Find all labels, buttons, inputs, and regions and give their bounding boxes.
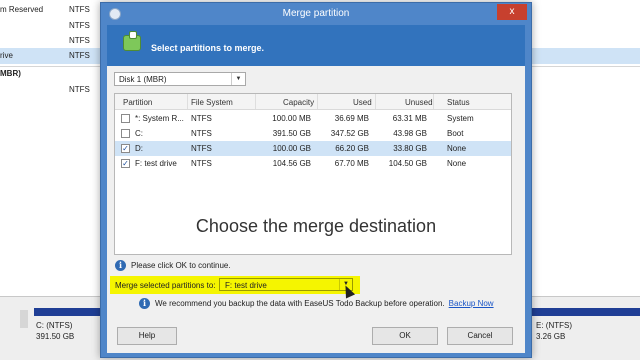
cell-unused: 104.50 GB xyxy=(388,159,427,168)
dialog-titlebar[interactable]: Merge partition x xyxy=(101,3,531,25)
disk-map-partition-c[interactable] xyxy=(34,308,104,316)
background-row-name: m Reserved xyxy=(0,5,44,14)
cell-partition: C: xyxy=(135,129,143,138)
cell-unused: 63.31 MB xyxy=(392,114,427,123)
disk-map-c-size: 391.50 GB xyxy=(36,332,75,341)
column-header-file-system[interactable]: File System xyxy=(191,98,233,107)
info-icon: i xyxy=(139,298,150,309)
cell-status: Boot xyxy=(447,129,464,138)
column-header-capacity[interactable]: Capacity xyxy=(283,98,314,107)
column-header-partition[interactable]: Partition xyxy=(123,98,152,107)
cell-capacity: 391.50 GB xyxy=(272,129,311,138)
cell-status: None xyxy=(447,144,467,153)
disk-map-e-name: E: (NTFS) xyxy=(536,321,572,330)
row-checkbox-checked[interactable]: ✓ xyxy=(121,144,130,153)
merge-target-dropdown[interactable]: F: test drive ▼ xyxy=(219,278,353,291)
background-row-name: rive xyxy=(0,51,13,60)
disk-select-dropdown[interactable]: Disk 1 (MBR) ▼ xyxy=(114,72,246,86)
dialog-body: Select partitions to merge. Disk 1 (MBR)… xyxy=(107,25,525,353)
cell-unused: 33.80 GB xyxy=(393,144,427,153)
backup-now-link[interactable]: Backup Now xyxy=(449,299,494,308)
disk-map-e-size: 3.26 GB xyxy=(536,332,566,341)
row-checkbox[interactable] xyxy=(121,114,130,123)
cell-used: 66.20 GB xyxy=(335,144,369,153)
cell-used: 347.52 GB xyxy=(330,129,369,138)
background-row-fs: NTFS xyxy=(69,36,90,45)
column-header-unused[interactable]: Unused xyxy=(405,98,433,107)
disk-select-value: Disk 1 (MBR) xyxy=(119,75,167,84)
merge-icon xyxy=(123,31,141,51)
column-divider xyxy=(255,94,256,109)
disk-map-stub xyxy=(20,310,28,328)
disk-map-c-name: C: (NTFS) xyxy=(36,321,73,330)
ok-button[interactable]: OK xyxy=(372,327,438,345)
table-row[interactable]: C: NTFS 391.50 GB 347.52 GB 43.98 GB Boo… xyxy=(115,126,511,141)
column-divider xyxy=(187,94,188,109)
cell-file-system: NTFS xyxy=(191,159,212,168)
table-row[interactable]: *: System R... NTFS 100.00 MB 36.69 MB 6… xyxy=(115,111,511,126)
background-row-fs: NTFS xyxy=(69,21,90,30)
info-icon: i xyxy=(115,260,126,271)
table-row-selected[interactable]: ✓ D: NTFS 100.00 GB 66.20 GB 33.80 GB No… xyxy=(115,141,511,156)
cell-capacity: 100.00 MB xyxy=(272,114,311,123)
cell-unused: 43.98 GB xyxy=(393,129,427,138)
dialog-header: Select partitions to merge. xyxy=(107,25,525,66)
help-button[interactable]: Help xyxy=(117,327,177,345)
chevron-down-icon[interactable]: ▼ xyxy=(231,73,245,85)
recommendation-text: We recommend you backup the data with Ea… xyxy=(155,299,445,308)
disk-map-partition-e[interactable] xyxy=(532,308,640,316)
cell-capacity: 104.56 GB xyxy=(272,159,311,168)
merge-partition-dialog: Merge partition x Select partitions to m… xyxy=(100,2,532,358)
background-row-fs: NTFS xyxy=(69,85,90,94)
recommendation-line: We recommend you backup the data with Ea… xyxy=(155,299,494,308)
cell-used: 67.70 MB xyxy=(334,159,369,168)
cell-capacity: 100.00 GB xyxy=(272,144,311,153)
column-divider xyxy=(317,94,318,109)
close-button[interactable]: x xyxy=(497,4,527,20)
table-row[interactable]: ✓ F: test drive NTFS 104.56 GB 67.70 MB … xyxy=(115,156,511,171)
cell-partition: *: System R... xyxy=(135,114,184,123)
cell-partition: F: test drive xyxy=(135,159,177,168)
cell-file-system: NTFS xyxy=(191,129,212,138)
merge-target-label: Merge selected partitions to: xyxy=(115,281,216,290)
cell-used: 36.69 MB xyxy=(334,114,369,123)
header-instruction: Select partitions to merge. xyxy=(151,43,265,53)
cell-file-system: NTFS xyxy=(191,144,212,153)
cell-partition: D: xyxy=(135,144,143,153)
info-text: Please click OK to continue. xyxy=(131,261,231,270)
row-checkbox[interactable] xyxy=(121,129,130,138)
dialog-title: Merge partition xyxy=(282,8,350,19)
column-header-status[interactable]: Status xyxy=(447,98,470,107)
cell-file-system: NTFS xyxy=(191,114,212,123)
column-header-used[interactable]: Used xyxy=(353,98,372,107)
merge-target-value: F: test drive xyxy=(225,281,267,290)
cancel-button[interactable]: Cancel xyxy=(447,327,513,345)
column-divider xyxy=(433,94,434,109)
cell-status: System xyxy=(447,114,474,123)
cell-status: None xyxy=(447,159,467,168)
column-divider xyxy=(375,94,376,109)
background-row-fs: NTFS xyxy=(69,51,90,60)
table-header: Partition File System Capacity Used Unus… xyxy=(115,94,511,110)
overlay-caption: Choose the merge destination xyxy=(195,216,437,236)
background-disk-group-label: MBR) xyxy=(0,69,21,78)
background-row-fs: NTFS xyxy=(69,5,90,14)
row-checkbox-checked[interactable]: ✓ xyxy=(121,159,130,168)
